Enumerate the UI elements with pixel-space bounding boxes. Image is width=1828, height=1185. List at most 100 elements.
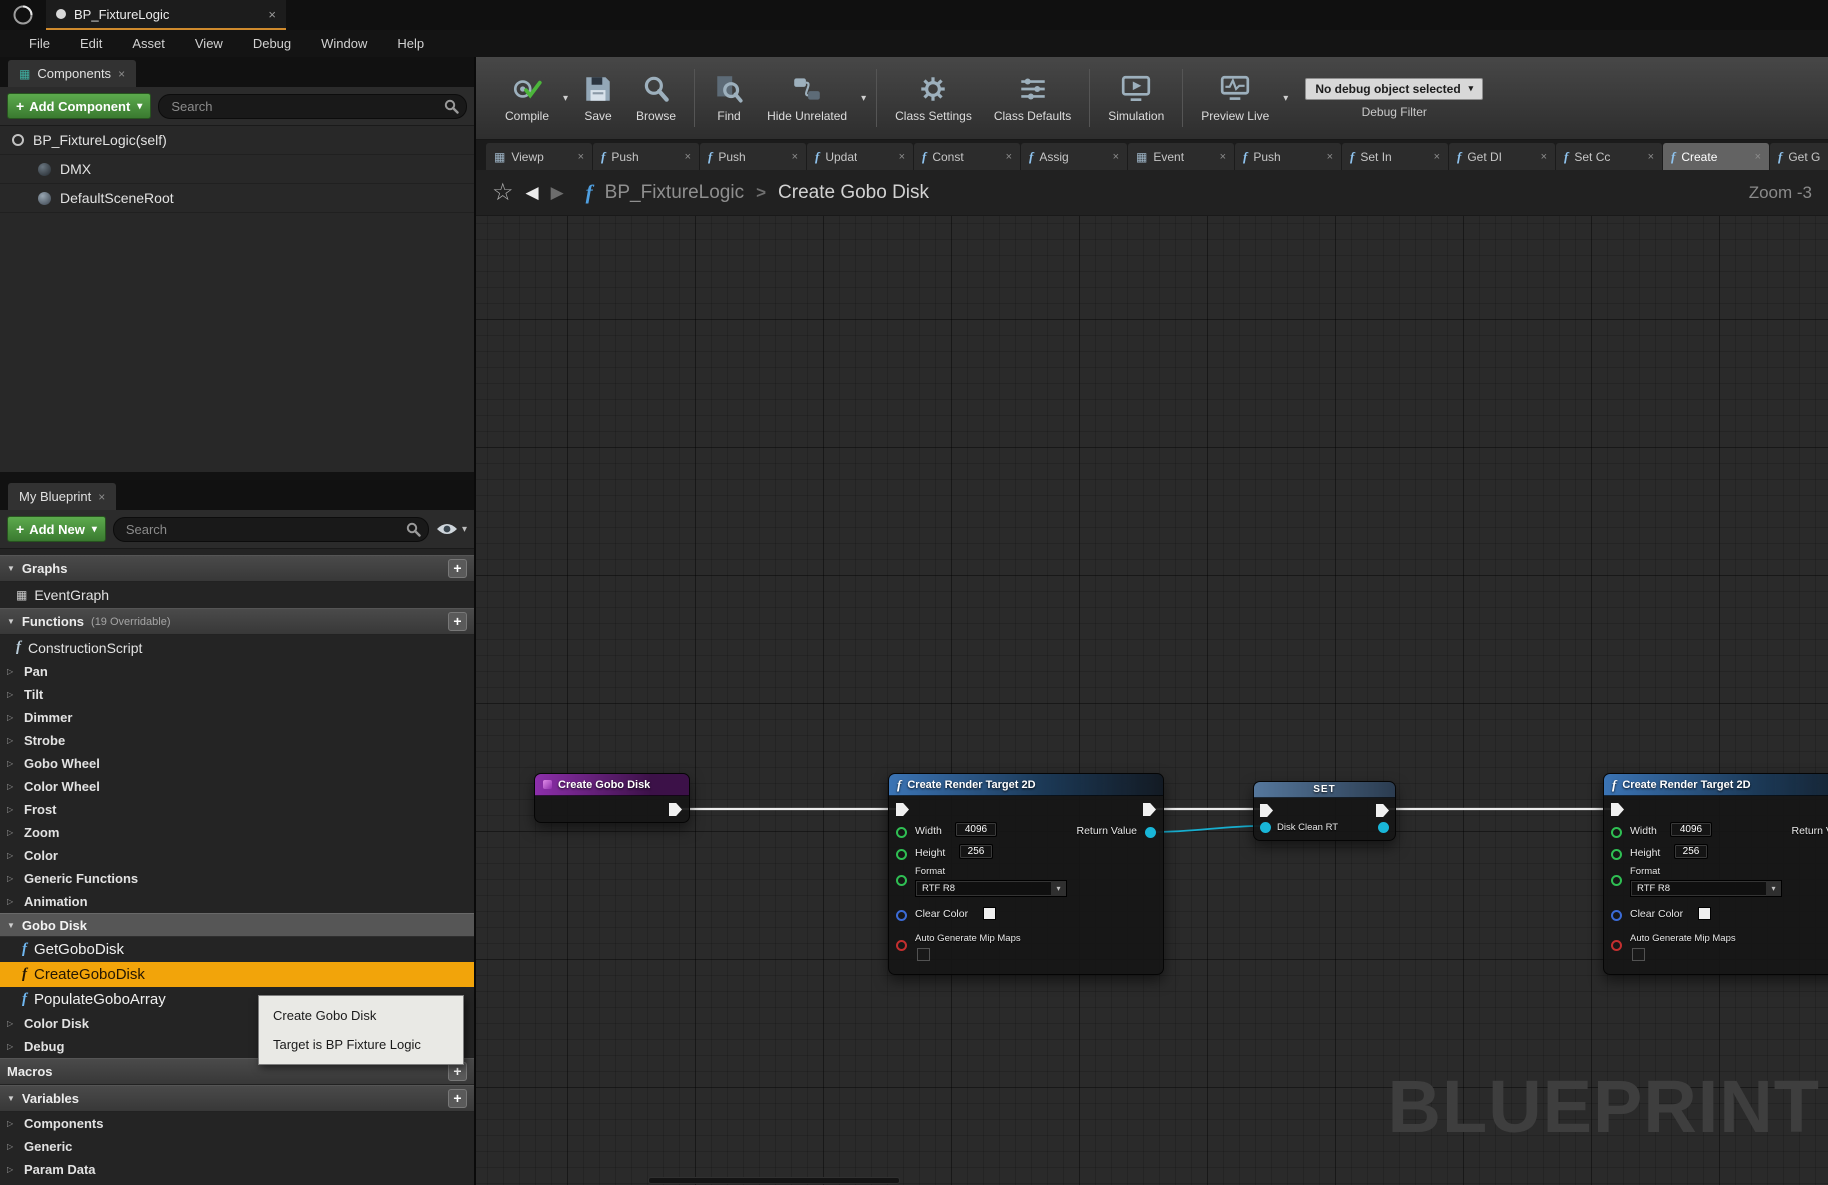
category-gobo-wheel[interactable]: ▷ Gobo Wheel xyxy=(0,752,474,775)
menu-file[interactable]: File xyxy=(14,32,65,55)
collapse-arrow-icon[interactable]: ▷ xyxy=(7,1019,17,1028)
category-tilt[interactable]: ▷ Tilt xyxy=(0,683,474,706)
close-icon[interactable]: × xyxy=(1113,151,1119,163)
tab-components[interactable]: ▦ Components × xyxy=(8,60,136,87)
category-strobe[interactable]: ▷ Strobe xyxy=(0,729,474,752)
menu-asset[interactable]: Asset xyxy=(117,32,180,55)
add-variable-icon[interactable]: + xyxy=(448,1089,467,1108)
graph-tab-assign[interactable]: f Assig × xyxy=(1021,143,1127,170)
close-icon[interactable]: × xyxy=(118,67,125,81)
class-settings-button[interactable]: Class Settings xyxy=(884,68,983,128)
graph-tab-push-2[interactable]: f Push × xyxy=(700,143,806,170)
clear-color-swatch[interactable] xyxy=(1698,907,1711,920)
close-icon[interactable]: × xyxy=(268,7,276,22)
debug-object-dropdown[interactable]: No debug object selected ▾ xyxy=(1305,78,1483,100)
expand-arrow-icon[interactable]: ▼ xyxy=(7,564,15,573)
section-header-graphs[interactable]: ▼ Graphs + xyxy=(0,555,474,582)
exec-out-pin[interactable] xyxy=(1376,804,1389,817)
collapse-arrow-icon[interactable]: ▷ xyxy=(7,851,17,860)
class-defaults-button[interactable]: Class Defaults xyxy=(983,68,1082,128)
node-create-render-target-2d[interactable]: f Create Render Target 2D Width 4096 Ret… xyxy=(888,773,1164,975)
close-icon[interactable]: × xyxy=(578,151,584,163)
mipmaps-checkbox[interactable] xyxy=(917,948,930,961)
collapse-arrow-icon[interactable]: ▷ xyxy=(7,713,17,722)
menu-debug[interactable]: Debug xyxy=(238,32,306,55)
node-header[interactable]: f Create Render Target 2D xyxy=(889,774,1163,796)
mipmaps-pin[interactable] xyxy=(896,940,907,951)
category-components[interactable]: ▷ Components xyxy=(0,1112,474,1135)
graph-tab-create-active[interactable]: f Create × xyxy=(1663,143,1769,170)
width-pin[interactable] xyxy=(1611,827,1622,838)
add-function-icon[interactable]: + xyxy=(448,612,467,631)
return-value-pin[interactable] xyxy=(1145,827,1156,838)
category-frost[interactable]: ▷ Frost xyxy=(0,798,474,821)
blueprint-graph-canvas[interactable]: Create Gobo Disk f Create Render Target … xyxy=(476,216,1828,1185)
list-item-constructionscript[interactable]: f ConstructionScript xyxy=(0,635,474,660)
nav-forward-icon[interactable]: ▶ xyxy=(551,183,564,203)
close-icon[interactable]: × xyxy=(1755,151,1761,163)
function-creategobodisk-selected[interactable]: f CreateGoboDisk xyxy=(0,962,474,987)
menu-help[interactable]: Help xyxy=(382,32,439,55)
find-button[interactable]: Find xyxy=(702,68,756,128)
collapse-arrow-icon[interactable]: ▷ xyxy=(7,1119,17,1128)
collapse-arrow-icon[interactable]: ▷ xyxy=(7,1042,17,1051)
menu-window[interactable]: Window xyxy=(306,32,382,55)
close-icon[interactable]: × xyxy=(1541,151,1547,163)
expand-arrow-icon[interactable]: ▼ xyxy=(7,617,15,626)
exec-in-pin[interactable] xyxy=(896,803,909,816)
close-icon[interactable]: × xyxy=(899,151,905,163)
add-component-button[interactable]: + Add Component ▾ xyxy=(7,93,151,119)
node-set-disk-clean-rt[interactable]: SET Disk Clean RT xyxy=(1253,781,1396,841)
close-icon[interactable]: × xyxy=(98,490,105,504)
menu-edit[interactable]: Edit xyxy=(65,32,117,55)
close-icon[interactable]: × xyxy=(1327,151,1333,163)
collapse-arrow-icon[interactable]: ▷ xyxy=(7,897,17,906)
my-blueprint-search-input[interactable] xyxy=(113,517,429,542)
asset-tab-bp-fixturelogic[interactable]: BP_FixtureLogic × xyxy=(46,0,286,30)
category-color-wheel[interactable]: ▷ Color Wheel xyxy=(0,775,474,798)
width-input[interactable]: 4096 xyxy=(1670,822,1712,837)
collapse-arrow-icon[interactable]: ▷ xyxy=(7,828,17,837)
disk-clean-rt-out-pin[interactable] xyxy=(1378,822,1389,833)
graph-tab-construct[interactable]: f Const × xyxy=(914,143,1020,170)
height-input[interactable]: 256 xyxy=(1674,844,1708,859)
format-dropdown[interactable]: RTF R8 ▾ xyxy=(915,880,1067,897)
preview-live-button[interactable]: Preview Live xyxy=(1190,68,1280,128)
format-pin[interactable] xyxy=(896,875,907,886)
node-header[interactable]: Create Gobo Disk xyxy=(535,774,689,796)
category-pan[interactable]: ▷ Pan xyxy=(0,660,474,683)
collapse-arrow-icon[interactable]: ▷ xyxy=(7,690,17,699)
graph-tab-viewport[interactable]: ▦ Viewp × xyxy=(486,143,592,170)
close-icon[interactable]: × xyxy=(1648,151,1654,163)
close-icon[interactable]: × xyxy=(792,151,798,163)
category-generic-functions[interactable]: ▷ Generic Functions xyxy=(0,867,474,890)
height-input[interactable]: 256 xyxy=(959,844,993,859)
component-row-defaultsceneroot[interactable]: DefaultSceneRoot xyxy=(0,184,474,213)
save-button[interactable]: Save xyxy=(571,68,625,128)
height-pin[interactable] xyxy=(1611,849,1622,860)
node-header[interactable]: SET xyxy=(1254,782,1395,798)
collapse-arrow-icon[interactable]: ▷ xyxy=(7,1165,17,1174)
graph-tab-get-g[interactable]: f Get G × xyxy=(1770,143,1828,170)
horizontal-scrollbar[interactable] xyxy=(648,1177,900,1184)
menu-view[interactable]: View xyxy=(180,32,238,55)
collapse-arrow-icon[interactable]: ▷ xyxy=(7,805,17,814)
category-dimmer[interactable]: ▷ Dimmer xyxy=(0,706,474,729)
graph-tab-get-di[interactable]: f Get DI × xyxy=(1449,143,1555,170)
node-header[interactable]: f Create Render Target 2D xyxy=(1604,774,1828,796)
expand-arrow-icon[interactable]: ▼ xyxy=(7,1094,15,1103)
clear-color-swatch[interactable] xyxy=(983,907,996,920)
graph-tab-set-in[interactable]: f Set In × xyxy=(1342,143,1448,170)
chevron-down-icon[interactable]: ▾ xyxy=(560,93,571,104)
category-animation[interactable]: ▷ Animation xyxy=(0,890,474,913)
bookmark-star-icon[interactable]: ☆ xyxy=(492,178,514,207)
add-graph-icon[interactable]: + xyxy=(448,559,467,578)
collapse-arrow-icon[interactable]: ▷ xyxy=(7,874,17,883)
graph-tab-push-3[interactable]: f Push × xyxy=(1235,143,1341,170)
mipmaps-checkbox[interactable] xyxy=(1632,948,1645,961)
category-gobo-disk[interactable]: ▼ Gobo Disk xyxy=(0,913,474,937)
disk-clean-rt-in-pin[interactable] xyxy=(1260,822,1271,833)
nav-back-icon[interactable]: ◀ xyxy=(526,183,539,203)
graph-tab-push-1[interactable]: f Push × xyxy=(593,143,699,170)
component-row-dmx[interactable]: DMX xyxy=(0,155,474,184)
